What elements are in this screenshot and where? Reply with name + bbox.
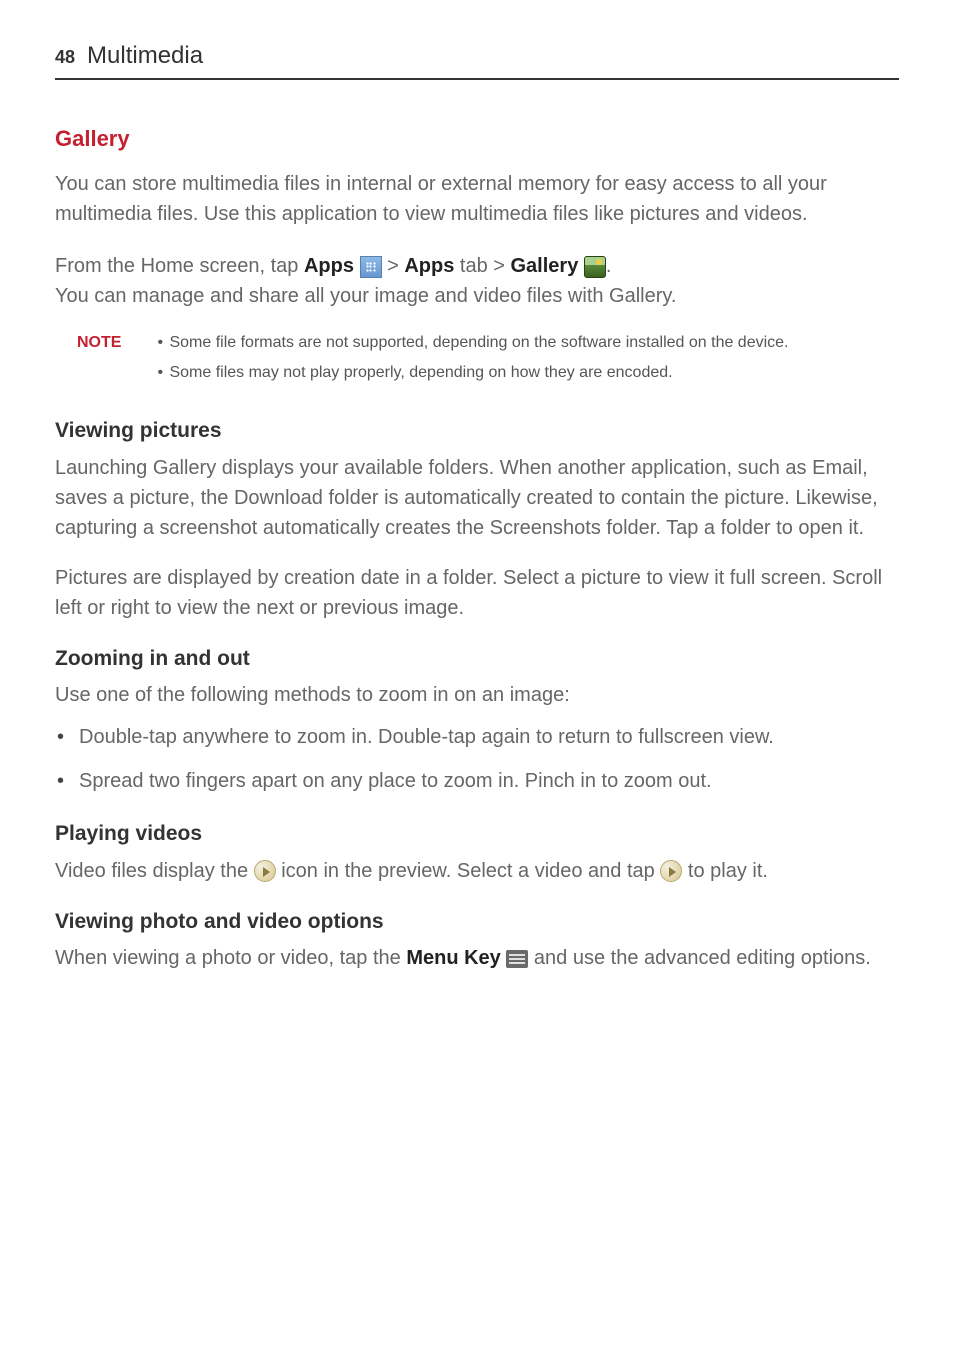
zoom-item: Double-tap anywhere to zoom in. Double-t… (55, 722, 899, 752)
viewing-options-text: When viewing a photo or video, tap the M… (55, 943, 899, 973)
instr-post: You can manage and share all your image … (55, 285, 676, 307)
zoom-item: Spread two fingers apart on any place to… (55, 766, 899, 796)
zooming-list: Double-tap anywhere to zoom in. Double-t… (55, 722, 899, 796)
subheading-viewing-pictures: Viewing pictures (55, 415, 899, 447)
period: . (606, 255, 612, 277)
note-item: Some files may not play properly, depend… (157, 361, 788, 385)
chapter-title: Multimedia (87, 38, 203, 74)
instr-pre: From the Home screen, tap (55, 255, 304, 277)
zooming-intro: Use one of the following methods to zoom… (55, 680, 899, 710)
subheading-viewing-options: Viewing photo and video options (55, 906, 899, 938)
gallery-instruction-line1: From the Home screen, tap Apps > Apps ta… (55, 251, 899, 311)
pv-pre: Video files display the (55, 860, 254, 882)
pv-mid: icon in the preview. Select a video and … (276, 860, 661, 882)
gallery-label: Gallery (511, 255, 579, 277)
viewing-options-section: Viewing photo and video options When vie… (55, 906, 899, 974)
tab-text: tab > (454, 255, 510, 277)
note-label: NOTE (77, 331, 121, 355)
pv-post: to play it. (682, 860, 768, 882)
gallery-icon (584, 256, 606, 278)
gallery-section: Gallery You can store multimedia files i… (55, 122, 899, 311)
note-list: Some file formats are not supported, dep… (157, 331, 788, 391)
playing-videos-text: Video files display the icon in the prev… (55, 856, 899, 886)
subheading-zooming: Zooming in and out (55, 643, 899, 675)
menu-icon (506, 950, 528, 968)
apps-icon (360, 256, 382, 278)
vo-post: and use the advanced editing options. (528, 947, 870, 969)
play-icon (254, 860, 276, 882)
playing-videos-section: Playing videos Video files display the i… (55, 818, 899, 886)
vo-pre: When viewing a photo or video, tap the (55, 947, 406, 969)
gt1: > (382, 255, 405, 277)
note-block: NOTE Some file formats are not supported… (77, 331, 899, 391)
page-number: 48 (55, 44, 75, 71)
zooming-section: Zooming in and out Use one of the follow… (55, 643, 899, 797)
note-item: Some file formats are not supported, dep… (157, 331, 788, 355)
viewing-pictures-section: Viewing pictures Launching Gallery displ… (55, 415, 899, 623)
gallery-intro: You can store multimedia files in intern… (55, 169, 899, 229)
section-title-gallery: Gallery (55, 122, 899, 155)
viewing-pictures-para2: Pictures are displayed by creation date … (55, 563, 899, 623)
page-header: 48 Multimedia (55, 38, 899, 80)
menu-key-label: Menu Key (406, 947, 500, 969)
viewing-pictures-para1: Launching Gallery displays your availabl… (55, 453, 899, 543)
apps-label: Apps (304, 255, 354, 277)
subheading-playing-videos: Playing videos (55, 818, 899, 850)
apps-tab-label: Apps (404, 255, 454, 277)
play-icon (660, 860, 682, 882)
